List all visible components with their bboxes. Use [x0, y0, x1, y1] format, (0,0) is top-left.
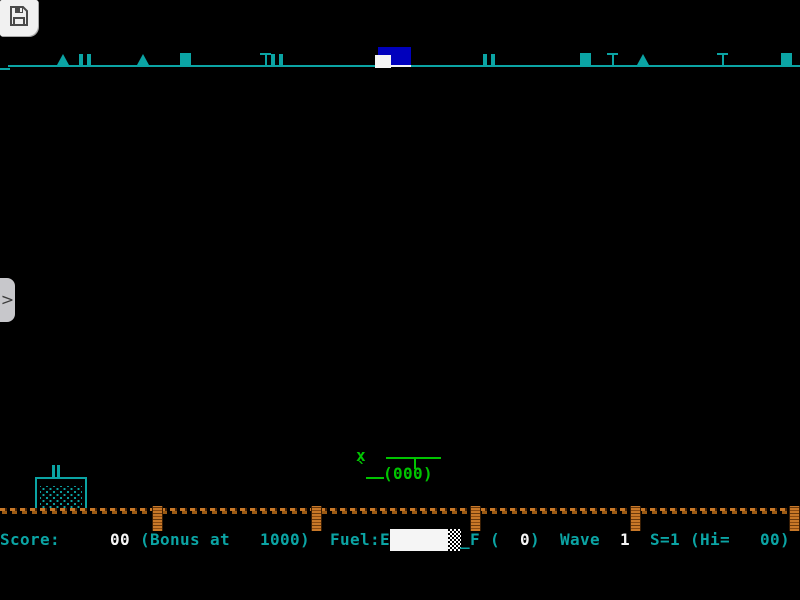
status-segment: 00: [110, 531, 130, 549]
fuel-gauge-bar: [390, 529, 448, 551]
terrain-triangle: [637, 54, 649, 65]
ground-dashed-line-bottom: [0, 511, 800, 514]
status-segment: _F: [460, 531, 480, 549]
sky-terrain-step: [0, 68, 10, 70]
ground-post: [789, 506, 800, 531]
terrain-twin-pillar: [79, 54, 91, 65]
terrain-block: [180, 53, 191, 66]
helicopter-tail-boom: [366, 477, 384, 479]
terrain-triangle: [57, 54, 69, 65]
status-segment: Wave: [560, 531, 600, 549]
status-segment: (Hi=: [690, 531, 730, 549]
status-segment: S=1: [650, 531, 680, 549]
terrain-t-tower: [260, 53, 271, 66]
status-segment: 1000): [260, 531, 310, 549]
ground-post: [470, 506, 481, 531]
base-runway-strip: [391, 65, 411, 67]
status-segment: Fuel:E: [330, 531, 390, 549]
terrain-t-tower: [607, 53, 618, 66]
status-segment: (: [490, 531, 500, 549]
status-segment: 00): [760, 531, 790, 549]
status-segment: 0: [520, 531, 530, 549]
status-segment: Score:: [0, 531, 60, 549]
ground-post: [311, 506, 322, 531]
terrain-t-tower: [717, 53, 728, 66]
status-segment: 1: [620, 531, 630, 549]
terrain-twin-pillar: [483, 54, 495, 65]
terrain-block: [580, 53, 591, 66]
floppy-disk-icon: [7, 4, 31, 33]
base-landing-pad: [375, 55, 391, 68]
save-state-button[interactable]: [0, 0, 38, 36]
terrain-twin-pillar: [271, 54, 283, 65]
game-screen[interactable]: x ` (000) Score:00(Bonus at1000)Fuel:E_F…: [0, 0, 800, 600]
terrain-triangle: [137, 54, 149, 65]
chevron-right-icon: >: [1, 292, 14, 308]
helicopter-body: (000): [383, 466, 433, 482]
ground-post: [152, 506, 163, 531]
status-segment: (Bonus at: [140, 531, 230, 549]
helicopter-tail-hook: `: [357, 461, 367, 477]
status-segment: ): [530, 531, 540, 549]
terrain-block: [781, 53, 792, 66]
side-panel-toggle[interactable]: >: [0, 278, 15, 322]
ground-post: [630, 506, 641, 531]
depot-fill-pattern: [40, 486, 82, 510]
